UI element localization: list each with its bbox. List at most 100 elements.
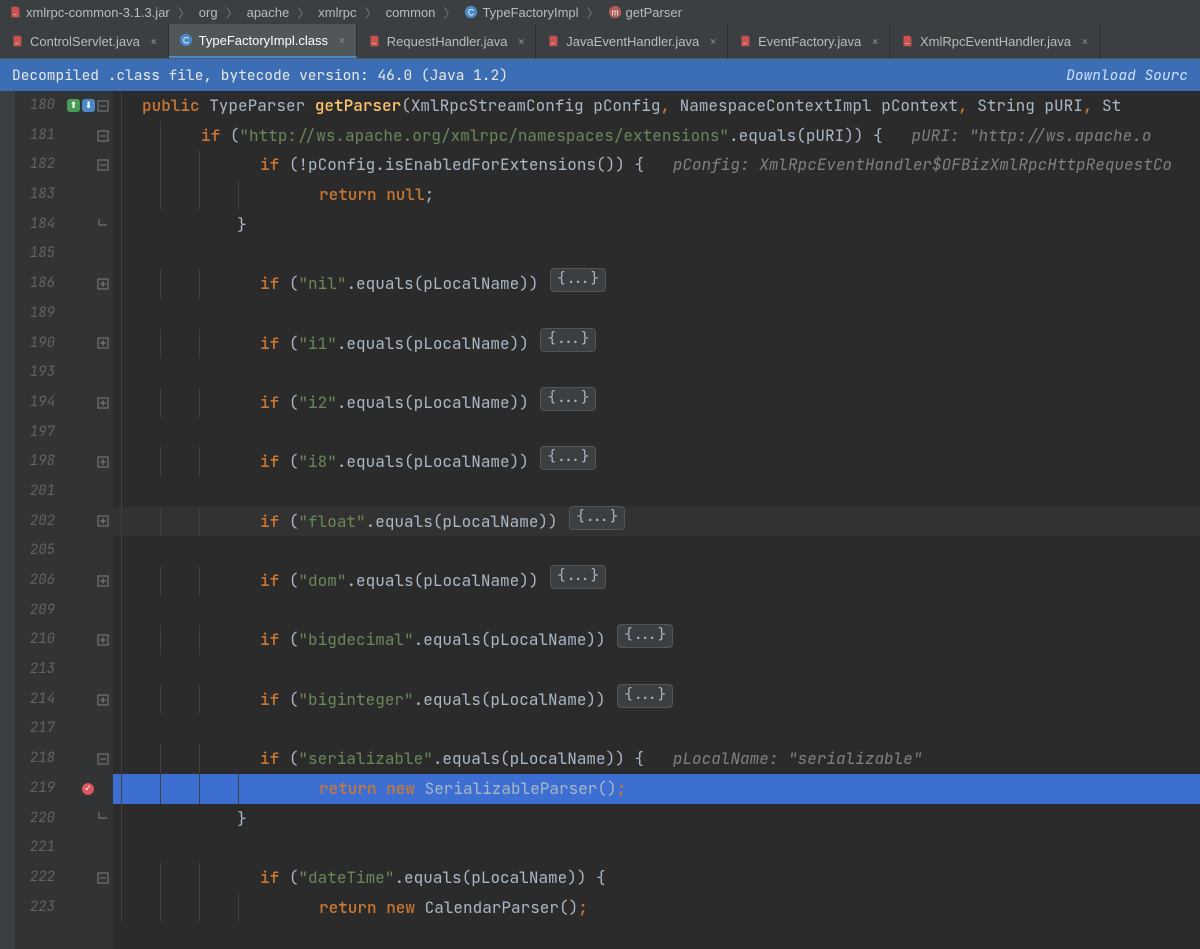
editor-tab[interactable]: RequestHandler.java× [357,24,537,58]
code-line[interactable] [113,358,1200,388]
gutter-line[interactable]: 197 [15,418,113,448]
code-line[interactable]: if ("nil".equals(pLocalName)) {...} [113,269,1200,299]
code-line[interactable]: } [113,210,1200,240]
code-line[interactable]: return new SerializableParser(); [113,774,1200,804]
gutter-line[interactable]: 189 [15,299,113,329]
editor-tab[interactable]: JavaEventHandler.java× [536,24,728,58]
code-line[interactable]: if ("http://ws.apache.org/xmlrpc/namespa… [113,121,1200,151]
fold-placeholder[interactable]: {...} [617,624,673,648]
gutter-line[interactable]: 201 [15,477,113,507]
breadcrumb-item[interactable]: xmlrpc [316,5,358,20]
code-area[interactable]: public TypeParser getParser(XmlRpcStream… [113,91,1200,949]
close-icon[interactable]: × [334,32,346,49]
breadcrumb-item[interactable]: apache [245,5,292,20]
fold-placeholder[interactable]: {...} [550,268,606,292]
fold-end-icon[interactable] [97,812,109,824]
close-icon[interactable]: × [1077,33,1089,50]
gutter-line[interactable]: 193 [15,358,113,388]
gutter-line[interactable]: 222 [15,863,113,893]
breadcrumb-item[interactable]: xmlrpc-common-3.1.3.jar [6,5,172,20]
gutter-line[interactable]: 219 [15,774,113,804]
fold-minus-icon[interactable] [97,159,109,171]
code-line[interactable] [113,596,1200,626]
fold-placeholder[interactable]: {...} [617,684,673,708]
gutter-line[interactable]: 198 [15,447,113,477]
gutter-line[interactable]: 221 [15,833,113,863]
gutter-line[interactable]: 223 [15,893,113,923]
gutter-line[interactable]: 181 [15,121,113,151]
code-line[interactable]: if ("i2".equals(pLocalName)) {...} [113,388,1200,418]
code-line[interactable]: if ("i1".equals(pLocalName)) {...} [113,329,1200,359]
fold-plus-icon[interactable] [97,575,109,587]
fold-plus-icon[interactable] [97,515,109,527]
fold-plus-icon[interactable] [97,694,109,706]
fold-placeholder[interactable]: {...} [540,328,596,352]
gutter-line[interactable]: 185 [15,239,113,269]
gutter-line[interactable]: 186 [15,269,113,299]
code-line[interactable] [113,477,1200,507]
code-line[interactable]: if ("biginteger".equals(pLocalName)) {..… [113,685,1200,715]
editor-tab[interactable]: XmlRpcEventHandler.java× [890,24,1100,58]
breakpoint-icon[interactable] [81,782,95,796]
fold-minus-icon[interactable] [97,753,109,765]
breadcrumb-item[interactable]: common [384,5,438,20]
fold-plus-icon[interactable] [97,337,109,349]
gutter-line[interactable]: 182 [15,150,113,180]
close-icon[interactable]: × [513,33,525,50]
code-line[interactable]: if ("i8".equals(pLocalName)) {...} [113,447,1200,477]
fold-minus-icon[interactable] [97,100,109,112]
fold-minus-icon[interactable] [97,872,109,884]
fold-end-icon[interactable] [97,219,109,231]
fold-plus-icon[interactable] [97,456,109,468]
gutter-line[interactable]: 220 [15,804,113,834]
gutter-line[interactable]: 214 [15,685,113,715]
fold-plus-icon[interactable] [97,278,109,290]
code-line[interactable]: if (!pConfig.isEnabledForExtensions()) {… [113,150,1200,180]
override-icon[interactable]: ⬆ [67,99,80,112]
gutter-line[interactable]: 194 [15,388,113,418]
gutter[interactable]: 180⬆⬇18118218318418518618919019319419719… [15,91,113,949]
gutter-line[interactable]: 184 [15,210,113,240]
code-line[interactable]: if ("dom".equals(pLocalName)) {...} [113,566,1200,596]
fold-placeholder[interactable]: {...} [540,446,596,470]
fold-placeholder[interactable]: {...} [550,565,606,589]
breadcrumb-item[interactable]: mgetParser [606,5,684,20]
gutter-line[interactable]: 213 [15,655,113,685]
code-line[interactable] [113,299,1200,329]
fold-plus-icon[interactable] [97,634,109,646]
code-line[interactable] [113,714,1200,744]
code-line[interactable] [113,239,1200,269]
gutter-line[interactable]: 190 [15,329,113,359]
code-line[interactable]: public TypeParser getParser(XmlRpcStream… [113,91,1200,121]
code-line[interactable]: return null; [113,180,1200,210]
download-sources-link[interactable]: Download Sourc [1066,66,1188,85]
code-line[interactable] [113,833,1200,863]
code-line[interactable] [113,536,1200,566]
code-line[interactable]: if ("float".equals(pLocalName)) {...} [113,507,1200,537]
close-icon[interactable]: × [867,33,879,50]
fold-plus-icon[interactable] [97,397,109,409]
gutter-line[interactable]: 180⬆⬇ [15,91,113,121]
gutter-line[interactable]: 217 [15,714,113,744]
fold-placeholder[interactable]: {...} [540,387,596,411]
override-icon[interactable]: ⬇ [82,99,95,112]
gutter-line[interactable]: 183 [15,180,113,210]
code-line[interactable]: if ("serializable".equals(pLocalName)) {… [113,744,1200,774]
code-line[interactable] [113,655,1200,685]
editor-tab[interactable]: CTypeFactoryImpl.class× [169,24,357,58]
close-icon[interactable]: × [146,33,158,50]
code-line[interactable]: return new CalendarParser(); [113,893,1200,923]
fold-placeholder[interactable]: {...} [569,506,625,530]
gutter-line[interactable]: 218 [15,744,113,774]
breadcrumb-item[interactable]: org [197,5,220,20]
editor-tab[interactable]: EventFactory.java× [728,24,890,58]
code-line[interactable] [113,418,1200,448]
gutter-line[interactable]: 202 [15,507,113,537]
code-line[interactable]: if ("bigdecimal".equals(pLocalName)) {..… [113,625,1200,655]
code-line[interactable]: } [113,804,1200,834]
fold-minus-icon[interactable] [97,130,109,142]
gutter-line[interactable]: 210 [15,625,113,655]
breadcrumb-item[interactable]: CTypeFactoryImpl [462,5,580,20]
gutter-line[interactable]: 205 [15,536,113,566]
code-line[interactable]: if ("dateTime".equals(pLocalName)) { [113,863,1200,893]
